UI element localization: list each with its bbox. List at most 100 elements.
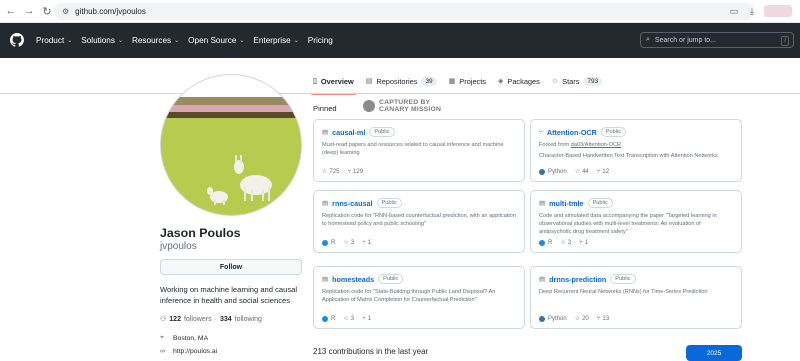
site-settings-icon[interactable]: ⚙: [62, 7, 69, 16]
pinned-card: ▤ drnns-prediction Public Deep Recurrent…: [530, 266, 742, 329]
people-icon: ⚇: [160, 316, 167, 323]
tab-stars[interactable]: ☆ Stars 793: [552, 70, 603, 92]
language-color-dot: [539, 315, 545, 322]
year-2025-button[interactable]: 2025: [686, 345, 742, 361]
repo-name-link[interactable]: multi-tmle: [549, 199, 583, 208]
star-icon: ☆: [560, 240, 566, 246]
repo-name-link[interactable]: drnns-prediction: [549, 275, 606, 284]
github-logo-icon[interactable]: [10, 33, 24, 47]
forks-link[interactable]: ⑂ 1: [579, 240, 588, 246]
nav-label: Product: [36, 36, 65, 45]
website-link[interactable]: http://poulos.ai: [173, 348, 217, 355]
address-bar[interactable]: ⚙ github.com/jvpoulos: [54, 3, 754, 20]
chevron-down-icon: ⌄: [174, 38, 180, 44]
pinned-heading: Pinned: [313, 104, 337, 113]
language-color-dot: [539, 168, 545, 175]
chevron-down-icon: ⌄: [117, 38, 123, 44]
repo-name-link[interactable]: causal-ml: [332, 128, 365, 137]
url-text: github.com/jvpoulos: [75, 7, 146, 16]
tab-packages[interactable]: ◈ Packages: [498, 70, 540, 92]
repo-name-link[interactable]: rnns-causal: [332, 199, 372, 208]
forks-link[interactable]: ⑂ 1: [362, 240, 371, 246]
stamp-line: CAPTURED BY: [379, 99, 431, 106]
forks-link[interactable]: ⑂ 13: [597, 316, 609, 322]
repo-description: Code and simulated data accompanying the…: [539, 213, 717, 235]
nav-open-source[interactable]: Open Source ⌄: [188, 36, 244, 45]
stars-link[interactable]: ☆ 725: [322, 168, 340, 176]
language: R: [539, 239, 552, 246]
nav-pricing[interactable]: Pricing: [308, 36, 333, 45]
tabs-divider: [0, 93, 800, 94]
forked-from-prefix: Forked from: [539, 142, 571, 148]
tab-overview[interactable]: ▯ Overview: [311, 70, 356, 95]
search-shortcut-key: /: [781, 36, 789, 46]
following-count[interactable]: 334: [220, 316, 232, 323]
nav-label: Resources: [131, 36, 172, 45]
tab-label: Stars: [562, 76, 580, 86]
book-icon: ▯: [313, 78, 317, 85]
stars-count: 3: [350, 315, 355, 322]
forks-link[interactable]: ⑂ 1: [362, 316, 371, 322]
following-label[interactable]: following: [235, 316, 262, 323]
stars-link[interactable]: ☆ 3: [560, 239, 571, 247]
stamp-logo-icon: [363, 100, 375, 112]
nav-product[interactable]: Product ⌄: [36, 36, 72, 45]
back-icon[interactable]: ←: [4, 4, 18, 18]
forks-count: 1: [367, 239, 372, 246]
stars-link[interactable]: ☆ 20: [575, 315, 589, 323]
tab-label: Projects: [459, 76, 486, 86]
download-icon[interactable]: ⤓: [746, 5, 758, 17]
browser-profile-avatar[interactable]: [764, 5, 792, 17]
language: Python: [539, 168, 567, 175]
cast-icon[interactable]: ▭: [728, 5, 740, 17]
fork-source-link[interactable]: da03/Attention-OCR: [571, 142, 621, 148]
repo-description: Character-Based Handwritten Text Transcr…: [539, 153, 718, 159]
search-placeholder: Search or jump to...: [654, 36, 717, 44]
visibility-badge: Public: [587, 198, 613, 208]
contributions-summary: 213 contributions in the last year: [313, 347, 429, 356]
stars-count: 44: [582, 168, 589, 175]
follow-button[interactable]: Follow: [160, 259, 302, 275]
repo-description: Replication code for "State-Building thr…: [322, 289, 496, 303]
stamp-text: CAPTURED BY CANARY MISSION: [379, 99, 441, 113]
repo-icon: ▤: [365, 78, 373, 85]
forks-link[interactable]: ⑂ 129: [347, 169, 363, 175]
stars-count: 725: [329, 168, 340, 175]
separator: ·: [214, 315, 217, 323]
chevron-down-icon: ⌄: [67, 38, 73, 44]
search-input[interactable]: ⌕ Search or jump to... /: [640, 32, 794, 48]
repo-icon: ▤: [539, 200, 546, 207]
avatar[interactable]: [160, 74, 302, 216]
forward-icon[interactable]: →: [22, 4, 36, 18]
fork-icon: ⑂: [362, 315, 366, 322]
stars-link[interactable]: ☆ 44: [575, 168, 589, 176]
nav-enterprise[interactable]: Enterprise ⌄: [253, 36, 298, 45]
tab-counter: 39: [421, 76, 437, 86]
language-color-dot: [322, 315, 328, 322]
nav-resources[interactable]: Resources ⌄: [132, 36, 179, 45]
followers-count[interactable]: 122: [169, 316, 181, 323]
repo-name-link[interactable]: homesteads: [332, 275, 374, 284]
nav-solutions[interactable]: Solutions ⌄: [81, 36, 123, 45]
repo-name-link[interactable]: Attention-OCR: [547, 128, 597, 137]
canary-mission-stamp: CAPTURED BY CANARY MISSION: [363, 99, 441, 113]
language: R: [322, 315, 335, 322]
repo-icon: ▤: [322, 200, 329, 207]
language-color-dot: [539, 239, 545, 246]
forks-count: 129: [353, 168, 364, 175]
tab-label: Overview: [320, 76, 354, 86]
pinned-card: ▤ causal-ml Public Must-read papers and …: [313, 119, 525, 182]
tab-repositories[interactable]: ▤ Repositories 39: [366, 70, 437, 92]
followers-label[interactable]: followers: [184, 316, 212, 323]
repo-description: Replication code for "RNN-based counterf…: [322, 213, 516, 227]
forked-from: Forked from da03/Attention-OCR: [539, 142, 733, 148]
fork-icon: ⑂: [347, 168, 352, 175]
forks-link[interactable]: ⑂ 12: [597, 169, 609, 175]
forks-count: 12: [602, 168, 610, 175]
stars-link[interactable]: ☆ 3: [343, 239, 354, 247]
reload-icon[interactable]: ↻: [40, 4, 54, 18]
tab-projects[interactable]: ▦ Projects: [449, 70, 486, 92]
stars-link[interactable]: ☆ 3: [343, 315, 355, 323]
profile-tabs: ▯ Overview ▤ Repositories 39 ▦ Projects …: [311, 70, 614, 95]
visibility-badge: Public: [600, 127, 627, 137]
